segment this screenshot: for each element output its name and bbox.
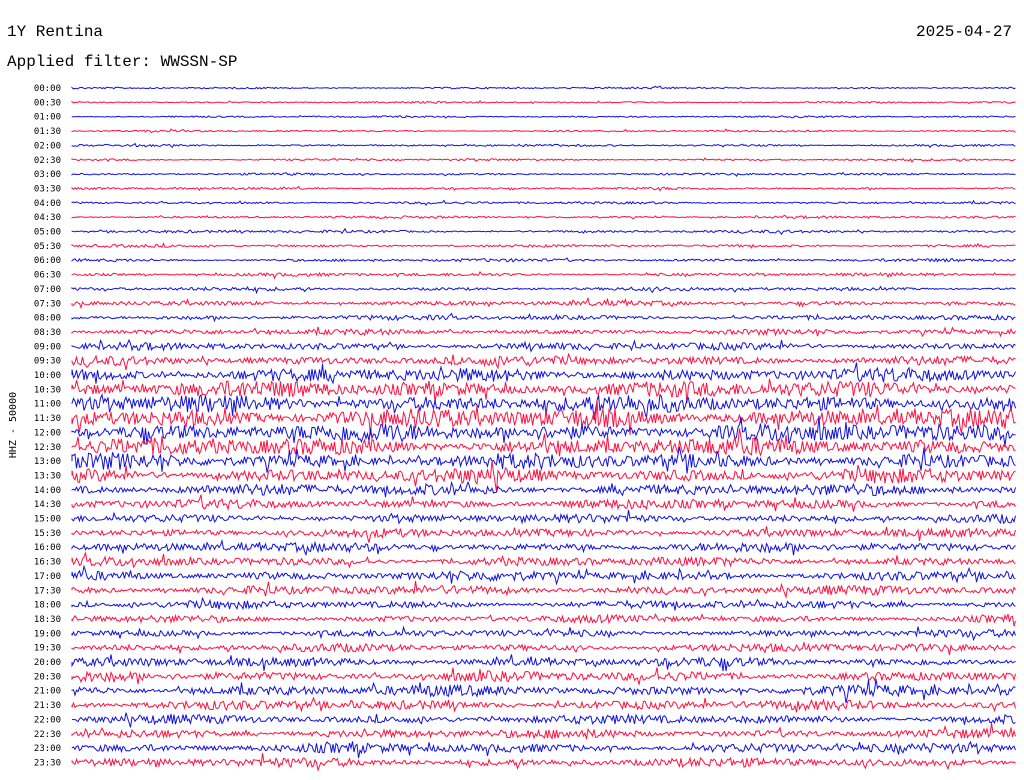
trace-row xyxy=(71,362,1016,385)
time-label: 01:30 xyxy=(34,127,61,137)
trace-row xyxy=(71,85,1016,90)
trace-row xyxy=(71,596,1016,611)
time-label: 03:30 xyxy=(34,184,61,194)
time-label: 19:00 xyxy=(34,629,61,639)
trace-row xyxy=(71,654,1016,672)
trace-row xyxy=(71,227,1016,236)
time-label: 07:30 xyxy=(34,299,61,309)
trace-row xyxy=(71,612,1016,627)
time-label: 22:30 xyxy=(34,730,61,740)
trace-row xyxy=(71,312,1016,323)
station-title: 1Y Rentina xyxy=(7,23,103,41)
trace-row xyxy=(71,696,1016,713)
trace-row xyxy=(71,352,1016,371)
trace-row xyxy=(71,753,1016,772)
helicorder-plot: 00:00 00:30 01:00 01:30 02:00 02:30 03:00 03:30… xyxy=(7,23,1016,772)
trace-row xyxy=(71,480,1016,498)
time-labels: 00:00 00:30 01:00 01:30 02:00 02:30 03:00 03:30… xyxy=(34,84,61,768)
time-label: 00:30 xyxy=(34,98,61,108)
time-label: 09:30 xyxy=(34,357,61,367)
time-label: 05:00 xyxy=(34,228,61,238)
trace-row xyxy=(71,678,1016,704)
time-label: 14:00 xyxy=(34,486,61,496)
time-label: 12:00 xyxy=(34,428,61,438)
time-label: 23:00 xyxy=(34,744,61,754)
time-label: 08:00 xyxy=(34,314,61,324)
time-label: 14:30 xyxy=(34,500,61,510)
trace-row xyxy=(71,338,1016,353)
trace-row xyxy=(71,494,1016,512)
time-label: 18:30 xyxy=(34,615,61,625)
time-label: 09:00 xyxy=(34,342,61,352)
time-label: 10:30 xyxy=(34,385,61,395)
trace-row xyxy=(71,128,1016,134)
time-label: 11:30 xyxy=(34,414,61,424)
time-label: 20:30 xyxy=(34,672,61,682)
y-axis-label: HHZ - 50000 xyxy=(8,392,19,458)
trace-row xyxy=(71,242,1016,249)
time-label: 06:30 xyxy=(34,271,61,281)
time-label: 13:30 xyxy=(34,471,61,481)
time-label: 10:00 xyxy=(34,371,61,381)
time-label: 21:30 xyxy=(34,701,61,711)
time-label: 12:30 xyxy=(34,443,61,453)
trace-row xyxy=(71,712,1016,728)
trace-row xyxy=(71,723,1016,740)
time-label: 13:00 xyxy=(34,457,61,467)
trace-row xyxy=(71,157,1016,163)
time-label: 15:30 xyxy=(34,529,61,539)
time-label: 11:00 xyxy=(34,400,61,410)
time-label: 15:00 xyxy=(34,515,61,525)
time-label: 22:00 xyxy=(34,715,61,725)
time-label: 04:00 xyxy=(34,199,61,209)
trace-row xyxy=(71,580,1016,599)
trace-row xyxy=(71,625,1016,642)
time-label: 02:30 xyxy=(34,156,61,166)
trace-row xyxy=(71,270,1016,280)
trace-row xyxy=(71,526,1016,543)
time-label: 02:00 xyxy=(34,141,61,151)
time-label: 16:00 xyxy=(34,543,61,553)
trace-row xyxy=(71,667,1016,685)
trace-row xyxy=(71,142,1016,149)
time-label: 18:00 xyxy=(34,601,61,611)
trace-row xyxy=(71,428,1016,458)
date-label: 2025-04-27 xyxy=(916,23,1012,41)
trace-row xyxy=(71,257,1016,263)
time-label: 07:00 xyxy=(34,285,61,295)
time-label: 19:30 xyxy=(34,644,61,654)
trace-row xyxy=(71,285,1016,295)
trace-row xyxy=(71,378,1016,404)
trace-row xyxy=(71,642,1016,656)
trace-row xyxy=(71,115,1016,119)
trace-group xyxy=(71,85,1016,772)
trace-row xyxy=(71,564,1016,586)
trace-row xyxy=(71,740,1016,759)
time-label: 23:30 xyxy=(34,758,61,768)
time-label: 20:00 xyxy=(34,658,61,668)
time-label: 03:00 xyxy=(34,170,61,180)
time-label: 00:00 xyxy=(34,84,61,94)
time-label: 06:00 xyxy=(34,256,61,266)
trace-row xyxy=(71,185,1016,192)
trace-row xyxy=(71,296,1016,310)
trace-row xyxy=(71,214,1016,220)
trace-row xyxy=(71,446,1016,474)
time-label: 05:30 xyxy=(34,242,61,252)
time-label: 08:30 xyxy=(34,328,61,338)
trace-row xyxy=(71,326,1016,338)
time-label: 16:30 xyxy=(34,558,61,568)
time-label: 04:30 xyxy=(34,213,61,223)
trace-row xyxy=(71,538,1016,557)
trace-row xyxy=(71,171,1016,177)
time-label: 17:30 xyxy=(34,586,61,596)
time-label: 17:00 xyxy=(34,572,61,582)
trace-row xyxy=(71,550,1016,569)
trace-row xyxy=(71,100,1016,105)
trace-row xyxy=(71,509,1016,525)
filter-label: Applied filter: WWSSN-SP xyxy=(7,53,237,71)
time-label: 01:00 xyxy=(34,113,61,123)
time-label: 21:00 xyxy=(34,687,61,697)
trace-row xyxy=(71,199,1016,206)
